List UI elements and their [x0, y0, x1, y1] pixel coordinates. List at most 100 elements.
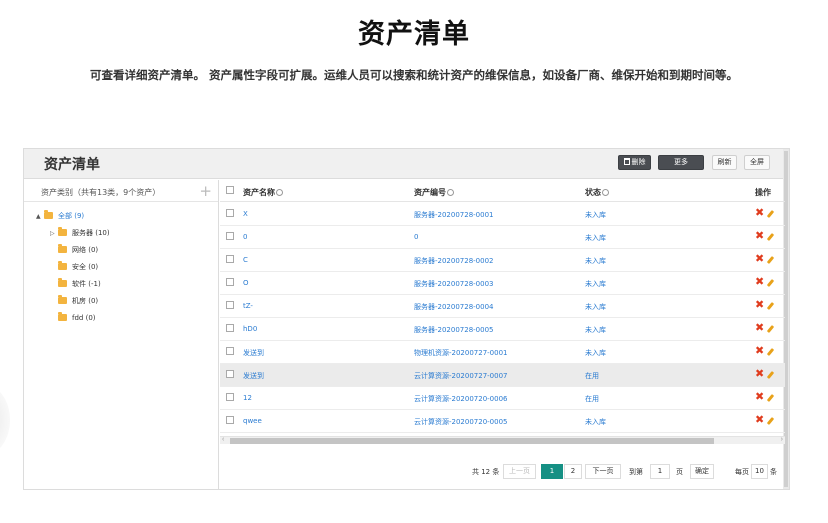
delete-icon[interactable]: ✖ [755, 414, 765, 425]
scroll-left-icon[interactable]: ‹ [222, 436, 224, 443]
asset-status: 未入库 [585, 349, 606, 357]
tree-item-security[interactable]: 安全 (0) [58, 261, 98, 274]
fullscreen-button[interactable]: 全屏 [744, 155, 770, 170]
asset-list-window: 资产清单 删除 更多 刷新 全屏 资产类别（共有13类，9个资产） + ▲ 全部 … [23, 148, 790, 490]
delete-icon[interactable]: ✖ [755, 276, 765, 287]
delete-icon[interactable]: ✖ [755, 345, 765, 356]
page-button-2[interactable]: 2 [564, 464, 582, 479]
edit-pencil-icon[interactable] [767, 301, 775, 309]
table-row[interactable]: hD0 服务器-20200728-0005 未入库 ✖ [220, 318, 785, 341]
tree-item-count: (0) [88, 263, 99, 271]
asset-code-link[interactable]: 云计算资源-20200720-0005 [414, 417, 508, 427]
delete-icon[interactable]: ✖ [755, 322, 765, 333]
per-page-select[interactable]: 10 [751, 464, 768, 479]
table-row[interactable]: C 服务器-20200728-0002 未入库 ✖ [220, 249, 785, 272]
tree-item-network[interactable]: 网络 (0) [58, 244, 98, 257]
edit-pencil-icon[interactable] [767, 416, 775, 424]
delete-icon[interactable]: ✖ [755, 230, 765, 241]
column-header-code[interactable]: 资产编号 [414, 187, 454, 198]
asset-code-link[interactable]: 服务器-20200728-0003 [414, 279, 494, 289]
asset-name-link[interactable]: qwee [243, 417, 262, 425]
row-checkbox[interactable] [226, 278, 234, 286]
asset-code-link[interactable]: 服务器-20200728-0002 [414, 256, 494, 266]
delete-icon[interactable]: ✖ [755, 391, 765, 402]
page-button-1[interactable]: 1 [541, 464, 563, 479]
asset-name-link[interactable]: 发送到 [243, 371, 264, 381]
row-checkbox[interactable] [226, 232, 234, 240]
tree-item-label: 网络 [72, 246, 86, 254]
refresh-button[interactable]: 刷新 [712, 155, 737, 170]
asset-code-link[interactable]: 0 [414, 233, 418, 241]
table-row[interactable]: X 服务器-20200728-0001 未入库 ✖ [220, 203, 785, 226]
row-checkbox[interactable] [226, 370, 234, 378]
edit-pencil-icon[interactable] [767, 393, 775, 401]
row-checkbox[interactable] [226, 393, 234, 401]
edit-pencil-icon[interactable] [767, 255, 775, 263]
edit-pencil-icon[interactable] [767, 232, 775, 240]
delete-icon[interactable]: ✖ [755, 207, 765, 218]
table-row[interactable]: tZ- 服务器-20200728-0004 未入库 ✖ [220, 295, 785, 318]
horizontal-scrollbar[interactable]: ‹ › [220, 436, 785, 444]
delete-button[interactable]: 删除 [618, 155, 651, 170]
edit-pencil-icon[interactable] [767, 370, 775, 378]
folder-icon [58, 295, 67, 304]
asset-status: 未入库 [585, 418, 606, 426]
plus-icon[interactable]: + [199, 182, 212, 200]
next-page-button[interactable]: 下一页 [585, 464, 621, 479]
tree-item-fdd[interactable]: fdd (0) [58, 312, 96, 325]
delete-icon[interactable]: ✖ [755, 368, 765, 379]
asset-code-link[interactable]: 云计算资源-20200720-0006 [414, 394, 508, 404]
table-row[interactable]: 发送到 物理机资源-20200727-0001 未入库 ✖ [220, 341, 785, 364]
table-row[interactable]: 发送到 云计算资源-20200727-0007 在用 ✖ [220, 364, 785, 387]
edit-pencil-icon[interactable] [767, 347, 775, 355]
edit-pencil-icon[interactable] [767, 278, 775, 286]
asset-name-link[interactable]: hD0 [243, 325, 257, 333]
tree-item-servers[interactable]: ▷ 服务器 (10) [50, 227, 110, 240]
edit-pencil-icon[interactable] [767, 324, 775, 332]
asset-name-link[interactable]: C [243, 256, 248, 264]
caret-right-icon[interactable]: ▷ [50, 228, 58, 240]
more-button[interactable]: 更多 [658, 155, 704, 170]
sort-icon[interactable] [276, 189, 283, 196]
sort-icon[interactable] [447, 189, 454, 196]
goto-page-input[interactable]: 1 [650, 464, 670, 479]
caret-down-icon[interactable]: ▲ [36, 211, 44, 223]
asset-code-link[interactable]: 物理机资源-20200727-0001 [414, 348, 508, 358]
asset-code-link[interactable]: 服务器-20200728-0005 [414, 325, 494, 335]
asset-name-link[interactable]: tZ- [243, 302, 253, 310]
scrollbar-thumb[interactable] [230, 438, 714, 444]
table-row[interactable]: qwee 云计算资源-20200720-0005 未入库 ✖ [220, 410, 785, 433]
row-checkbox[interactable] [226, 209, 234, 217]
scroll-right-icon[interactable]: › [781, 436, 783, 443]
delete-icon[interactable]: ✖ [755, 253, 765, 264]
delete-icon[interactable]: ✖ [755, 299, 765, 310]
asset-name-link[interactable]: 12 [243, 394, 252, 402]
confirm-button[interactable]: 确定 [690, 464, 714, 479]
edit-pencil-icon[interactable] [767, 209, 775, 217]
row-checkbox[interactable] [226, 324, 234, 332]
column-header-status[interactable]: 状态 [585, 187, 609, 198]
prev-page-button[interactable]: 上一页 [503, 464, 536, 479]
table-row[interactable]: 12 云计算资源-20200720-0006 在用 ✖ [220, 387, 785, 410]
select-all-checkbox[interactable] [226, 186, 234, 194]
asset-code-link[interactable]: 服务器-20200728-0001 [414, 210, 494, 220]
sort-icon[interactable] [602, 189, 609, 196]
tree-item-datacenter[interactable]: 机房 (0) [58, 295, 98, 308]
tree-item-all[interactable]: ▲ 全部 (9) [36, 210, 84, 223]
asset-code-link[interactable]: 服务器-20200728-0004 [414, 302, 494, 312]
tree-item-software[interactable]: 软件 (-1) [58, 278, 101, 291]
table-row[interactable]: O 服务器-20200728-0003 未入库 ✖ [220, 272, 785, 295]
asset-name-link[interactable]: X [243, 210, 248, 218]
asset-name-link[interactable]: O [243, 279, 249, 287]
row-checkbox[interactable] [226, 416, 234, 424]
asset-name-link[interactable]: 0 [243, 233, 247, 241]
row-checkbox[interactable] [226, 301, 234, 309]
asset-table-area: 资产名称 资产编号 状态 操作 X 服务器-20200728-0001 未入库 ✖ 0 0… [220, 180, 785, 490]
table-row[interactable]: 0 0 未入库 ✖ [220, 226, 785, 249]
column-header-name[interactable]: 资产名称 [243, 187, 283, 198]
asset-name-link[interactable]: 发送到 [243, 348, 264, 358]
column-header-label: 资产名称 [243, 188, 275, 197]
asset-code-link[interactable]: 云计算资源-20200727-0007 [414, 371, 508, 381]
row-checkbox[interactable] [226, 347, 234, 355]
row-checkbox[interactable] [226, 255, 234, 263]
